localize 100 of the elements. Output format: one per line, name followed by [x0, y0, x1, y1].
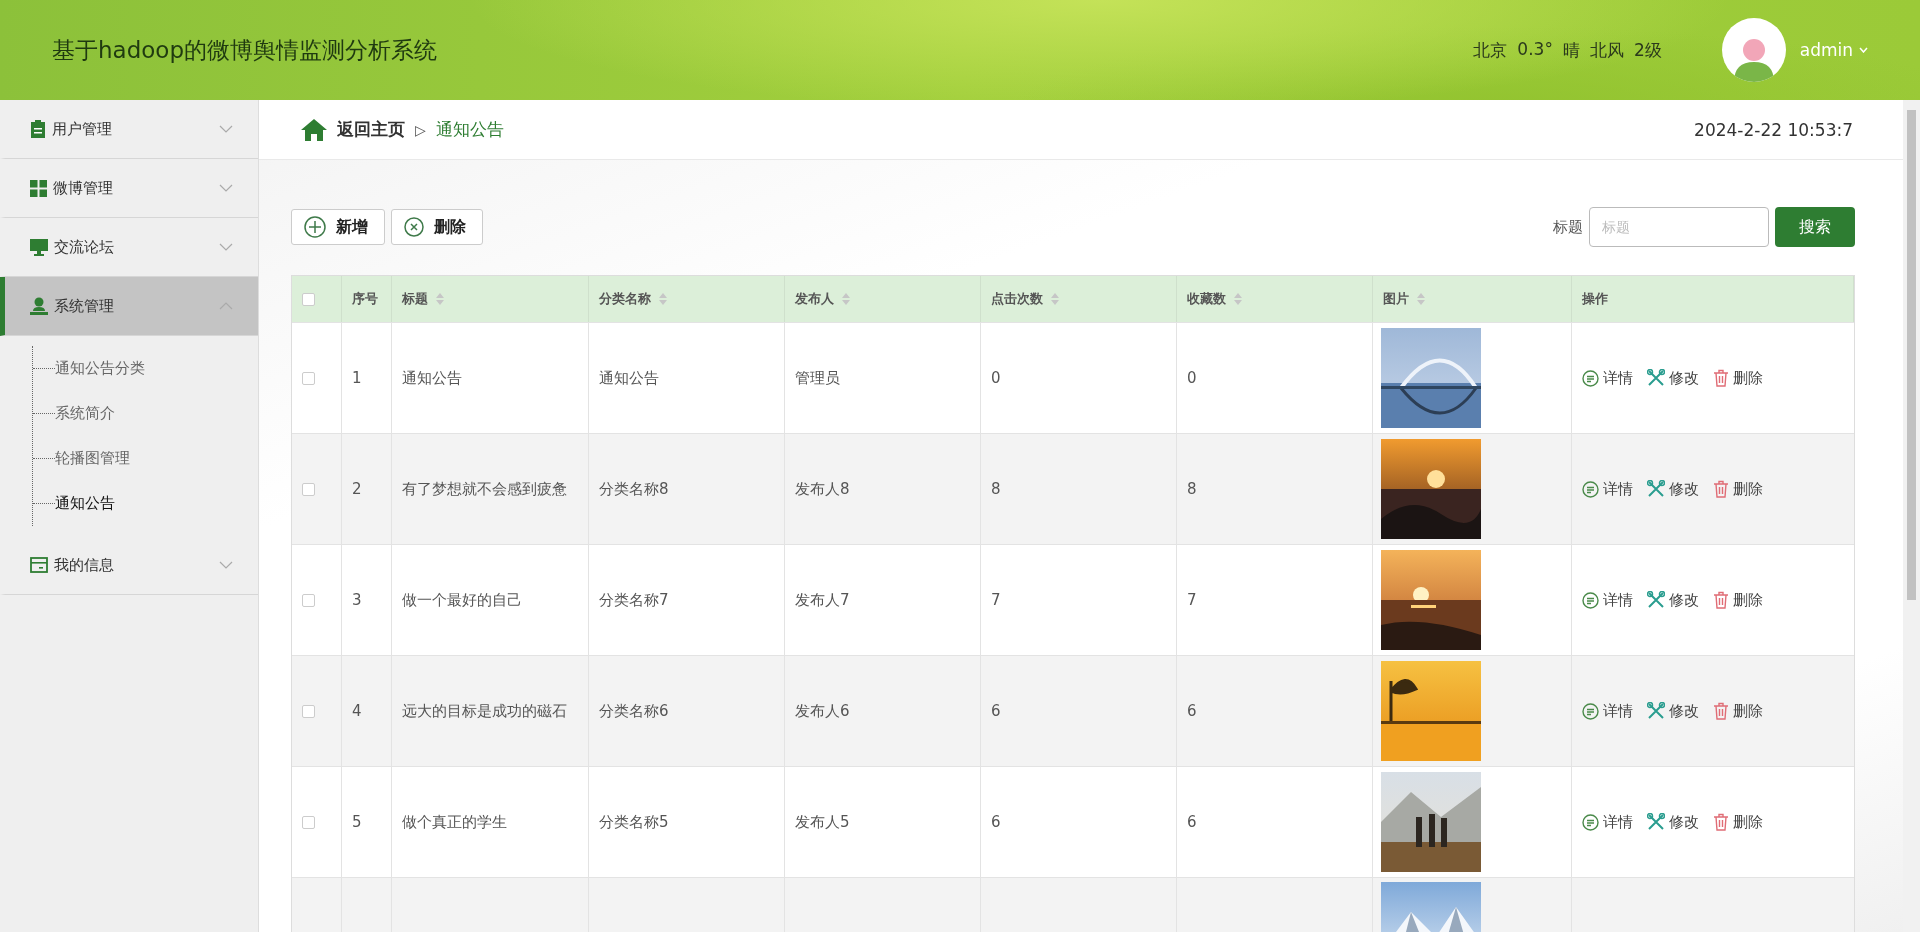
home-icon[interactable]: [301, 118, 327, 141]
column-header: 收藏数: [1187, 290, 1226, 308]
date-time: 2024-2-22 10:53:7: [1694, 119, 1853, 140]
list-circle-icon: [1582, 702, 1599, 720]
row-checkbox[interactable]: [302, 593, 315, 607]
search-field[interactable]: 标题: [1589, 207, 1769, 247]
row-checkbox[interactable]: [302, 371, 315, 385]
table-cell: 发布人7: [795, 590, 850, 610]
delete-button[interactable]: 删除: [391, 209, 483, 245]
sort-icon[interactable]: [1417, 293, 1425, 305]
x-circle-icon: [404, 217, 424, 237]
trash-icon: [1713, 702, 1729, 720]
table-cell: 做一个最好的自己: [402, 590, 522, 610]
table-cell: 发布人6: [795, 701, 850, 721]
row-checkbox[interactable]: [302, 482, 315, 496]
weather-text: 2级: [1633, 38, 1662, 62]
chevron-icon: [219, 561, 233, 569]
tools-icon: [1647, 480, 1665, 498]
tools-icon: [1647, 591, 1665, 609]
table-cell: 8: [1187, 480, 1197, 498]
chevron-icon: [219, 184, 233, 192]
tools-icon: [1647, 369, 1665, 387]
sort-icon[interactable]: [659, 293, 667, 305]
table-cell: 6: [991, 702, 1001, 720]
card-icon: [30, 557, 48, 573]
list-circle-icon: [1582, 369, 1599, 387]
table-cell: 发布人5: [795, 812, 850, 832]
scrollbar-thumb[interactable]: [1907, 110, 1916, 600]
edit-link[interactable]: 修改: [1647, 479, 1699, 499]
detail-link[interactable]: 详情: [1582, 479, 1633, 499]
trash-icon: [1713, 369, 1729, 387]
trash-icon: [1713, 813, 1729, 831]
table-cell: 发布人8: [795, 479, 850, 499]
detail-link[interactable]: 详情: [1582, 701, 1633, 721]
table-cell: 通知公告: [599, 368, 659, 388]
row-checkbox[interactable]: [302, 815, 315, 829]
table-cell: 分类名称8: [599, 479, 669, 499]
select-all-checkbox[interactable]: [302, 292, 315, 306]
table-cell: 有了梦想就不会感到疲惫: [402, 479, 567, 499]
column-header: 序号: [352, 290, 378, 308]
submenu-item[interactable]: 系统简介: [55, 404, 115, 423]
table-cell: 8: [991, 480, 1001, 498]
trash-icon: [1713, 480, 1729, 498]
list-circle-icon: [1582, 813, 1599, 831]
clipboard-icon: [30, 120, 46, 138]
table-cell: 6: [1187, 813, 1197, 831]
search-label: 标题: [1553, 217, 1583, 237]
table-cell: 5: [352, 813, 362, 831]
table-cell: 7: [991, 591, 1001, 609]
edit-link[interactable]: 修改: [1647, 701, 1699, 721]
table-cell: 分类名称7: [599, 590, 669, 610]
column-header: 标题: [402, 290, 428, 308]
submenu-item[interactable]: 轮播图管理: [55, 449, 130, 468]
sort-icon[interactable]: [1234, 293, 1242, 305]
edit-link[interactable]: 修改: [1647, 368, 1699, 388]
table-cell: 6: [1187, 702, 1197, 720]
edit-link[interactable]: 修改: [1647, 590, 1699, 610]
delete-link[interactable]: 删除: [1713, 701, 1763, 721]
column-header: 操作: [1582, 290, 1608, 308]
table-cell: 3: [352, 591, 362, 609]
weather-text: 北京: [1473, 38, 1508, 62]
submenu-item[interactable]: 通知公告分类: [55, 359, 145, 378]
submenu-item[interactable]: 通知公告: [55, 494, 115, 513]
weather-text: 晴: [1562, 38, 1580, 62]
detail-link[interactable]: 详情: [1582, 590, 1633, 610]
plus-circle-icon: [304, 216, 326, 238]
table-cell: 分类名称5: [599, 812, 669, 832]
home-link[interactable]: 返回主页: [337, 118, 405, 141]
sort-icon[interactable]: [842, 293, 850, 305]
edit-link[interactable]: 修改: [1647, 812, 1699, 832]
detail-link[interactable]: 详情: [1582, 812, 1633, 832]
weather-text: 北风: [1589, 38, 1624, 62]
trash-icon: [1713, 591, 1729, 609]
app-title: 基于hadoop的微博舆情监测分析系统: [52, 35, 438, 65]
delete-link[interactable]: 删除: [1713, 812, 1763, 832]
delete-link[interactable]: 删除: [1713, 590, 1763, 610]
breadcrumb-separator: ▷: [415, 121, 426, 138]
breadcrumb-current: 通知公告: [435, 118, 505, 141]
column-header: 发布人: [795, 290, 834, 308]
caret-icon: [1859, 47, 1868, 53]
add-button[interactable]: 新增: [291, 209, 385, 245]
table-cell: 0: [1187, 369, 1197, 387]
search-button[interactable]: 搜索: [1775, 207, 1855, 247]
tools-icon: [1647, 702, 1665, 720]
column-header: 点击次数: [991, 290, 1043, 308]
table-cell: 1: [352, 369, 362, 387]
list-circle-icon: [1582, 480, 1599, 498]
table-cell: 4: [352, 702, 362, 720]
menu-item[interactable]: 系统管理: [0, 277, 258, 336]
table-cell: 管理员: [795, 368, 840, 388]
sort-icon[interactable]: [1051, 293, 1059, 305]
delete-link[interactable]: 删除: [1713, 479, 1763, 499]
table-cell: 6: [991, 813, 1001, 831]
sort-icon[interactable]: [436, 293, 444, 305]
row-checkbox[interactable]: [302, 704, 315, 718]
weather-text: 0.3°: [1517, 38, 1553, 61]
detail-link[interactable]: 详情: [1582, 368, 1633, 388]
list-circle-icon: [1582, 591, 1599, 609]
delete-link[interactable]: 删除: [1713, 368, 1763, 388]
monitor-icon: [30, 238, 48, 256]
